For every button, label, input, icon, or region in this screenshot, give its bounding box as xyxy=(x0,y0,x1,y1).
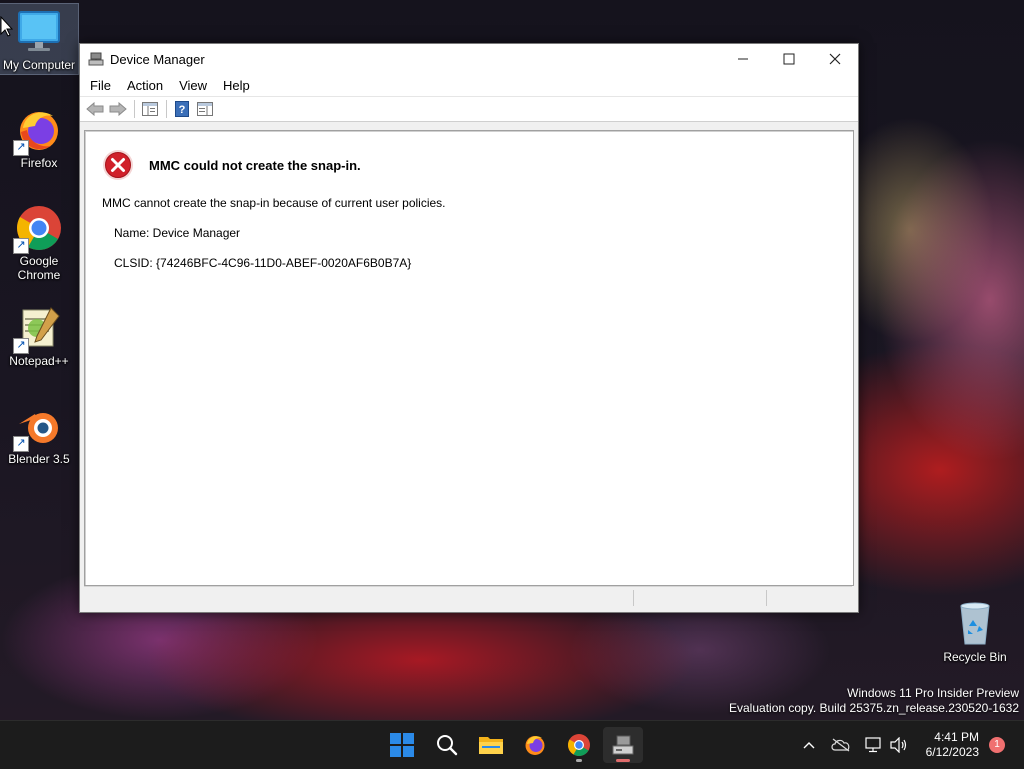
recycle-bin-icon xyxy=(951,600,999,648)
watermark-line-1: Windows 11 Pro Insider Preview xyxy=(847,686,1019,700)
properties-pane-icon xyxy=(197,102,213,116)
mouse-cursor-icon xyxy=(0,16,14,37)
snap-in-content-pane: MMC could not create the snap-in. MMC ca… xyxy=(84,130,854,586)
desktop-icon-firefox[interactable]: ↗ Firefox xyxy=(0,102,78,170)
toolbar-separator xyxy=(134,100,135,118)
chrome-taskbar-button[interactable] xyxy=(559,727,599,763)
chrome-icon xyxy=(568,734,590,756)
error-message: MMC cannot create the snap-in because of… xyxy=(102,196,446,210)
menu-help[interactable]: Help xyxy=(215,78,258,93)
shortcut-arrow-icon: ↗ xyxy=(13,238,29,254)
status-bar-divider xyxy=(766,590,767,606)
blender-icon: ↗ xyxy=(13,402,63,452)
running-indicator xyxy=(576,759,582,762)
search-icon xyxy=(437,735,458,756)
error-title: MMC could not create the snap-in. xyxy=(149,157,361,173)
close-button[interactable] xyxy=(812,44,858,74)
desktop-icon-my-computer[interactable]: My Computer xyxy=(0,3,79,75)
desktop-icon-notepad-plus-plus[interactable]: ↗ Notepad++ xyxy=(0,300,78,368)
desktop-icon-label: My Computer xyxy=(2,58,76,72)
error-icon xyxy=(103,150,133,180)
search-button[interactable] xyxy=(427,727,467,763)
help-icon: ? xyxy=(175,101,189,117)
cloud-offline-icon xyxy=(831,738,849,752)
svg-text:?: ? xyxy=(179,104,186,116)
clock[interactable]: 4:41 PM 6/12/2023 xyxy=(926,730,979,760)
snap-in-clsid: CLSID: {74246BFC-4C96-11D0-ABEF-0020AF6B… xyxy=(114,256,412,270)
chevron-up-icon xyxy=(803,742,815,749)
help-button[interactable]: ? xyxy=(171,99,193,119)
desktop-icon-label: Firefox xyxy=(20,156,58,170)
status-bar-divider xyxy=(633,590,634,606)
title-bar[interactable]: Device Manager xyxy=(80,44,858,74)
snap-in-name: Name: Device Manager xyxy=(114,226,241,240)
properties-button[interactable] xyxy=(194,99,216,119)
folder-icon xyxy=(479,737,503,754)
desktop-icon-label: Recycle Bin xyxy=(943,650,1007,664)
desktop-icon-google-chrome[interactable]: ↗ Google Chrome xyxy=(0,200,78,282)
clock-date: 6/12/2023 xyxy=(925,745,979,759)
toolbar-separator xyxy=(166,100,167,118)
system-tray: 4:41 PM 6/12/2023 1 xyxy=(796,721,1024,769)
network-status[interactable] xyxy=(862,734,884,756)
firefox-taskbar-button[interactable] xyxy=(515,727,555,763)
network-icon xyxy=(865,737,881,753)
running-indicator-active xyxy=(616,759,630,762)
desktop-icon-label: Blender 3.5 xyxy=(8,452,70,466)
menu-view[interactable]: View xyxy=(171,78,215,93)
maximize-icon xyxy=(783,53,795,65)
chrome-icon: ↗ xyxy=(13,204,63,254)
volume-control[interactable] xyxy=(888,734,910,756)
onedrive-status[interactable] xyxy=(830,734,852,756)
start-button[interactable] xyxy=(382,727,422,763)
shortcut-arrow-icon: ↗ xyxy=(13,338,29,354)
status-bar xyxy=(84,586,852,609)
shortcut-arrow-icon: ↗ xyxy=(13,436,29,452)
show-hidden-icons-button[interactable] xyxy=(798,734,820,756)
desktop-icon-label: Google Chrome xyxy=(17,254,61,282)
notification-badge[interactable]: 1 xyxy=(989,737,1005,753)
notepad-plus-plus-icon: ↗ xyxy=(13,304,63,354)
show-hide-console-tree-button[interactable] xyxy=(139,99,161,119)
firefox-icon: ↗ xyxy=(13,106,63,156)
maximize-button[interactable] xyxy=(766,44,812,74)
minimize-button[interactable] xyxy=(720,44,766,74)
forward-button[interactable] xyxy=(107,99,129,119)
file-explorer-button[interactable] xyxy=(471,727,511,763)
error-header: MMC could not create the snap-in. xyxy=(102,149,361,181)
speaker-icon xyxy=(890,737,906,753)
back-button[interactable] xyxy=(84,99,106,119)
firefox-icon xyxy=(525,736,545,755)
monitor-icon xyxy=(15,8,63,56)
window-title: Device Manager xyxy=(110,51,205,67)
menu-file[interactable]: File xyxy=(82,78,119,93)
forward-arrow-icon xyxy=(109,102,127,116)
device-manager-icon xyxy=(88,51,104,67)
device-manager-taskbar-button[interactable] xyxy=(603,727,643,763)
toolbar: ? xyxy=(80,96,858,122)
os-watermark: Windows 11 Pro Insider Preview Evaluatio… xyxy=(729,686,1019,716)
menu-action[interactable]: Action xyxy=(119,78,171,93)
shortcut-arrow-icon: ↗ xyxy=(13,140,29,156)
menu-bar: File Action View Help xyxy=(80,74,858,96)
close-icon xyxy=(829,53,841,65)
desktop-icon-label: Notepad++ xyxy=(9,354,69,368)
taskbar: 4:41 PM 6/12/2023 1 xyxy=(0,720,1024,769)
device-manager-icon xyxy=(612,735,634,755)
windows-logo-icon xyxy=(390,733,414,757)
watermark-line-2: Evaluation copy. Build 25375.zn_release.… xyxy=(729,701,1019,715)
desktop-icon-blender[interactable]: ↗ Blender 3.5 xyxy=(0,398,78,466)
back-arrow-icon xyxy=(86,102,104,116)
desktop-icon-recycle-bin[interactable]: Recycle Bin xyxy=(940,596,1010,664)
clock-time: 4:41 PM xyxy=(934,730,979,744)
console-tree-icon xyxy=(142,102,158,116)
device-manager-window: Device Manager File Action View Help ? M… xyxy=(79,43,859,613)
minimize-icon xyxy=(738,58,748,60)
